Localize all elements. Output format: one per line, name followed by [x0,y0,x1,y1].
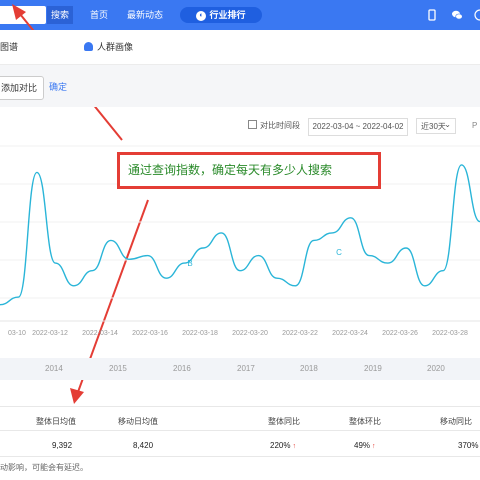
nav-latest-news[interactable]: 最新动态 [127,0,163,30]
mobile-icon[interactable] [426,9,438,21]
x-tick-label: 2022-03-18 [182,330,218,337]
tab-graph[interactable]: 图谱 [0,30,18,64]
tab-crowd-label: 人群画像 [97,42,134,52]
days-select-value: 近30天 [421,122,446,131]
x-tick-label: 2022-03-12 [32,330,68,337]
table-cell-with-trend: 370%↑ [458,441,480,450]
table-header: 整体同比 [268,417,300,426]
table-cell: 370% [458,441,479,450]
compare-period-checkbox[interactable] [248,120,257,129]
timeline-year: 2014 [45,364,63,373]
x-tick-label: 2022-03-20 [232,330,268,337]
x-tick-label: 2022-03-28 [432,330,468,337]
table-cell: 9,392 [52,441,73,450]
x-tick-label: 2022-03-14 [82,330,118,337]
x-tick-label: 03-10 [8,330,26,337]
timeline-year: 2017 [237,364,255,373]
table-bottom-border [0,456,480,457]
add-compare-button[interactable]: 添加对比 [0,76,44,100]
x-tick-label: 2022-03-24 [332,330,368,337]
annotation-box: 通过查询指数，确定每天有多少人搜索 [117,152,381,189]
timeline-year: 2015 [109,364,127,373]
compare-period-label: 对比时间段 [260,121,300,130]
table-header: 移动同比 [440,417,472,426]
chevron-down-icon: ⌄ [444,120,451,129]
search-input[interactable] [0,6,46,24]
arrow-up-icon: ↑ [372,443,376,450]
compare-period-toggle[interactable]: 对比时间段 [248,118,300,134]
tab-crowd-portrait[interactable]: 人群画像 [84,30,133,64]
confirm-button[interactable]: 确定 [49,76,67,98]
table-header: 整体日均值 [36,417,76,426]
table-cell: 49% [354,441,371,450]
timeline-year: 2018 [300,364,318,373]
arrow-up-icon: ↑ [292,443,296,450]
table-header-border [0,430,480,431]
timeline-year: 2020 [427,364,445,373]
nav-home[interactable]: 首页 [90,0,108,30]
x-tick-label: 2022-03-16 [132,330,168,337]
table-cell: 8,420 [133,441,154,450]
x-tick-label: 2022-03-22 [282,330,318,337]
top-bar: 搜索 首页 最新动态 ◐ 行业排行 [0,0,480,30]
table-top-border [0,406,480,407]
x-tick-label: 2022-03-26 [382,330,418,337]
footnote: 动影响，可能会有延迟。 [0,463,88,472]
industry-rank-label: 行业排行 [209,10,246,20]
table-cell-with-trend: 220% ↑ [270,441,296,450]
rank-icon: ◐ [196,10,207,21]
search-button[interactable]: 搜索 [47,6,73,24]
compare-row [0,65,480,107]
table-header: 移动日均值 [118,417,158,426]
table-cell-with-trend: 49% ↑ [354,441,376,450]
person-icon [84,42,93,51]
table-header: 整体环比 [349,417,381,426]
industry-rank-button[interactable]: ◐ 行业排行 [180,7,262,23]
tab-bar: 图谱 人群画像 [0,30,480,65]
timeline-year: 2016 [173,364,191,373]
marker-c: C [336,248,342,257]
user-icon[interactable] [474,9,480,21]
table-cell: 220% [270,441,291,450]
timeline-year: 2019 [364,364,382,373]
days-select[interactable]: 近30天 ⌄ [416,118,456,134]
more-filter[interactable]: P [472,118,477,134]
marker-b: B [187,259,192,268]
date-range-picker[interactable]: 2022-03-04 ~ 2022-04-02 [308,118,408,136]
wechat-icon[interactable] [451,9,463,21]
